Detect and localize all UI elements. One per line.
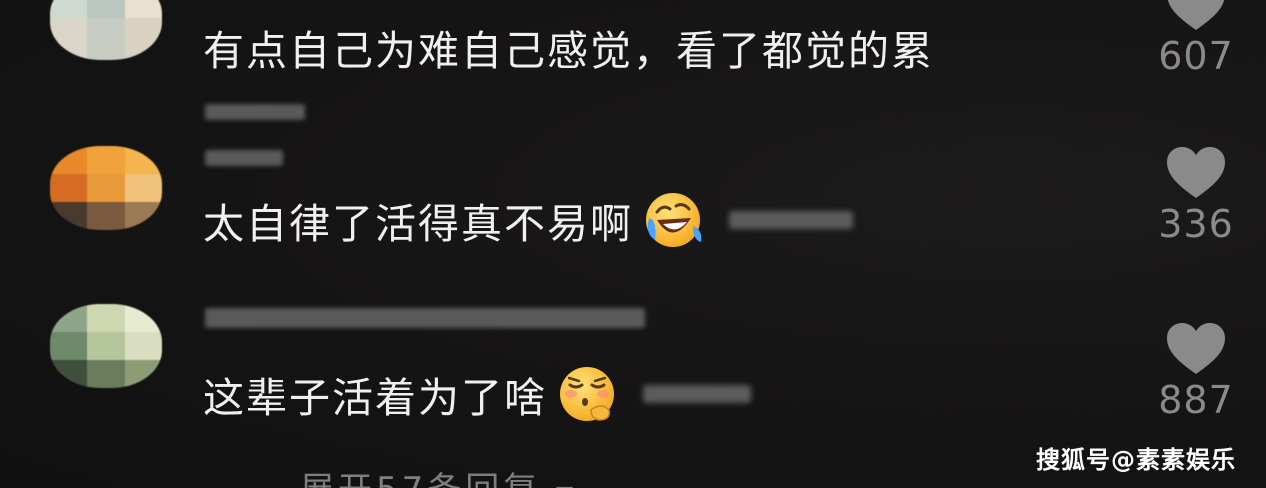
like-button[interactable]: 607 (1156, 0, 1236, 78)
comment-text: 太自律了活得真不易啊 (203, 188, 853, 252)
heart-icon (1167, 323, 1225, 374)
heart-icon (1167, 0, 1225, 30)
comment-text: 这辈子活着为了啥 (203, 362, 751, 426)
comment-text-content: 太自律了活得真不易啊 (203, 200, 633, 248)
avatar[interactable] (50, 304, 162, 388)
username-blurred (205, 104, 305, 120)
username-blurred[interactable] (205, 150, 283, 166)
comment-meta-blurred (729, 211, 853, 229)
watermark-text: 搜狐号@素素娱乐 (1036, 446, 1236, 474)
expand-replies-button[interactable]: 展开57条回复 ▼ (300, 462, 577, 488)
heart-icon (1167, 147, 1225, 198)
like-button[interactable]: 887 (1156, 322, 1236, 422)
like-button[interactable]: 336 (1156, 146, 1236, 246)
comment-text-content: 这辈子活着为了啥 (203, 374, 547, 422)
like-count: 887 (1158, 378, 1234, 422)
thinking-sad-emoji (557, 364, 617, 424)
rofl-emoji (643, 190, 703, 250)
expand-replies-label: 展开57条回复 (300, 470, 541, 488)
comment-screen: 有点自己为难自己感觉，看了都觉的累 607 太自律了活得真不易啊 336 这辈子… (0, 0, 1266, 488)
avatar[interactable] (50, 146, 162, 230)
comment-meta-blurred (643, 385, 751, 403)
chevron-down-icon: ▼ (556, 482, 577, 488)
comment-text: 有点自己为难自己感觉，看了都觉的累 (203, 20, 934, 75)
comment-text-content: 有点自己为难自己感觉，看了都觉的累 (203, 27, 934, 75)
like-count: 607 (1158, 34, 1234, 78)
avatar[interactable] (50, 0, 162, 60)
username-blurred[interactable] (205, 308, 645, 328)
like-count: 336 (1158, 202, 1234, 246)
